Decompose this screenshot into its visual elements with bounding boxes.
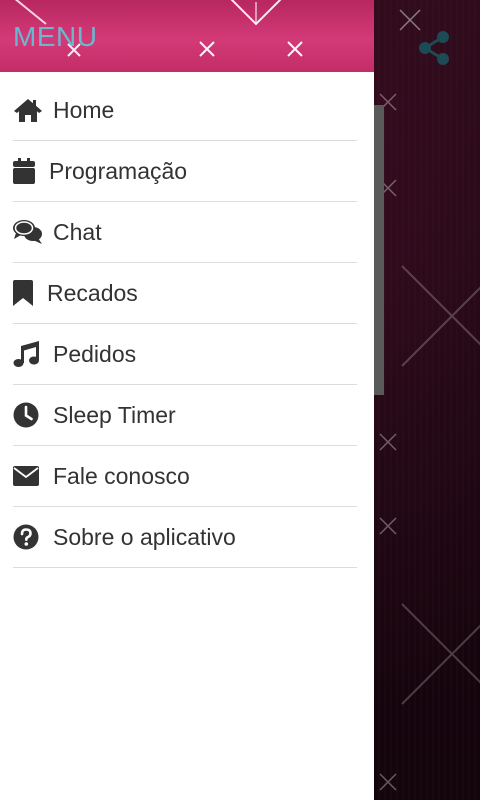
home-icon xyxy=(14,99,42,122)
menu-item-label: Sobre o aplicativo xyxy=(53,523,236,550)
sparkle-decoration xyxy=(379,773,397,791)
menu-item-label: Programação xyxy=(49,157,188,184)
menu-item-label: Fale conosco xyxy=(53,462,190,489)
menu-item-label: Sleep Timer xyxy=(53,401,176,428)
menu-item-fale-conosco[interactable]: Fale conosco xyxy=(13,446,357,507)
menu-item-label: Recados xyxy=(47,279,138,306)
calendar-icon xyxy=(13,158,35,184)
menu-item-programacao[interactable]: Programação xyxy=(13,141,357,202)
sparkle-decoration xyxy=(379,433,397,451)
menu-list: Home Programação Chat Recados Pedidos Sl… xyxy=(13,80,357,568)
share-button[interactable] xyxy=(412,26,456,70)
envelope-icon xyxy=(13,466,39,486)
menu-item-recados[interactable]: Recados xyxy=(13,263,357,324)
bookmark-icon xyxy=(13,280,33,306)
menu-item-sleep-timer[interactable]: Sleep Timer xyxy=(13,385,357,446)
sparkle-decoration xyxy=(401,603,480,705)
menu-item-sobre[interactable]: Sobre o aplicativo xyxy=(13,507,357,568)
sparkle-decoration xyxy=(287,41,303,57)
question-circle-icon xyxy=(13,524,39,550)
scrollbar-thumb[interactable] xyxy=(374,105,384,395)
menu-title: MENU xyxy=(13,21,98,52)
sparkle-decoration xyxy=(199,41,215,57)
clock-icon xyxy=(13,402,39,428)
menu-item-home[interactable]: Home xyxy=(13,80,357,141)
sparkle-decoration xyxy=(401,265,480,367)
chat-icon xyxy=(13,220,42,244)
sparkle-decoration xyxy=(230,0,282,26)
menu-item-chat[interactable]: Chat xyxy=(13,202,357,263)
menu-item-label: Pedidos xyxy=(53,340,137,367)
share-icon xyxy=(419,31,449,65)
menu-item-pedidos[interactable]: Pedidos xyxy=(13,324,357,385)
menu-item-label: Home xyxy=(53,96,115,123)
navigation-drawer: MENU Home Programação Chat Recados Pedid… xyxy=(0,0,374,800)
sparkle-decoration xyxy=(379,517,397,535)
menu-item-label: Chat xyxy=(53,218,102,245)
music-note-icon xyxy=(13,341,39,367)
drawer-header: MENU xyxy=(0,0,374,72)
